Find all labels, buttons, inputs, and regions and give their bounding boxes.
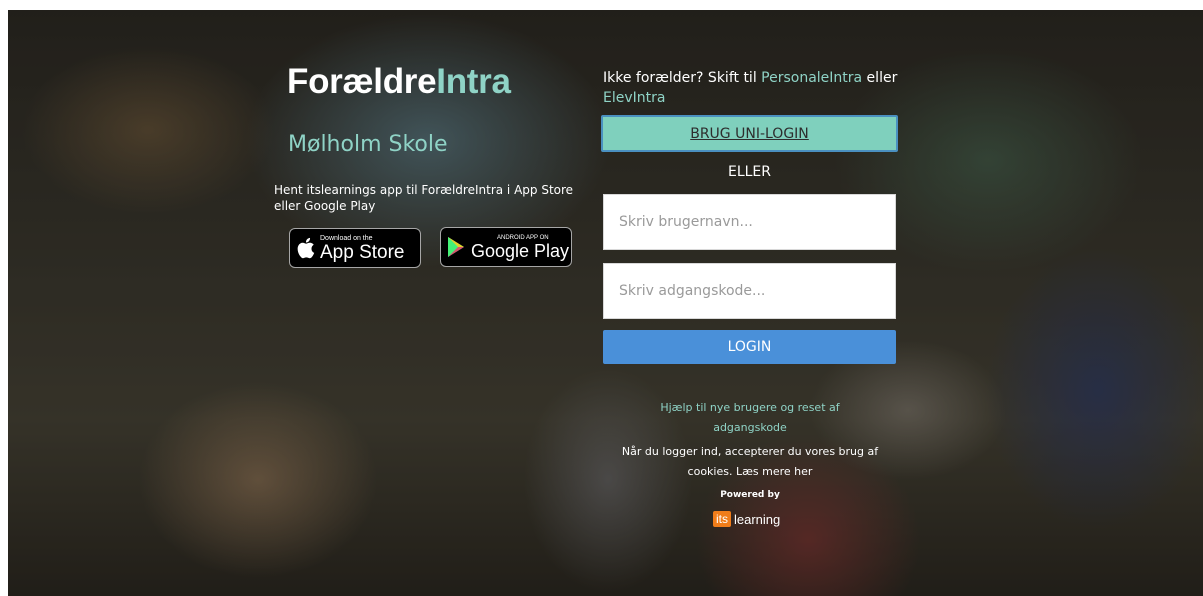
apple-icon <box>290 236 320 260</box>
logo-part-2: Intra <box>436 62 511 101</box>
app-promo-text: Hent itslearnings app til ForældreIntra … <box>274 183 574 213</box>
appstore-big-label: App Store <box>320 241 405 263</box>
username-input[interactable] <box>604 195 895 249</box>
powered-by-label: Powered by <box>720 490 780 500</box>
help-link[interactable]: Hjælp til nye brugere og reset af adgang… <box>640 398 860 438</box>
personaleintra-link[interactable]: PersonaleIntra <box>761 70 862 86</box>
login-button[interactable]: LOGIN <box>603 330 896 364</box>
play-small-label: ANDROID APP ON <box>497 234 549 241</box>
switch-prefix: Ikke forælder? Skift til <box>603 70 762 86</box>
elevintra-link[interactable]: ElevIntra <box>603 90 665 106</box>
password-input[interactable] <box>604 264 895 318</box>
switch-intra-text: Ikke forælder? Skift til PersonaleIntra … <box>603 68 903 108</box>
itslearning-logo: its learning <box>713 510 780 528</box>
foraeldreintra-logo: ForældreIntra <box>287 62 511 102</box>
its-logo-box: its <box>713 511 731 527</box>
app-store-badge[interactable]: Download on the App Store <box>289 228 421 268</box>
play-big-label: Google Play <box>471 240 570 261</box>
uni-login-button[interactable]: BRUG UNI-LOGIN <box>601 115 898 152</box>
appstore-small-label: Download on the <box>320 234 373 242</box>
cookie-read-more-link[interactable]: Læs mere her <box>736 465 812 478</box>
google-play-badge[interactable]: ANDROID APP ON Google Play <box>440 227 572 267</box>
username-field-box <box>603 194 896 250</box>
cookie-notice: Når du logger ind, accepterer du vores b… <box>610 442 890 482</box>
or-separator: ELLER <box>727 164 772 180</box>
logo-part-1: Forældre <box>287 62 437 101</box>
its-logo-word: learning <box>734 511 781 527</box>
password-field-box <box>603 263 896 319</box>
switch-middle: eller <box>862 70 898 86</box>
play-triangle-icon <box>441 236 471 258</box>
school-name: Mølholm Skole <box>288 132 448 157</box>
